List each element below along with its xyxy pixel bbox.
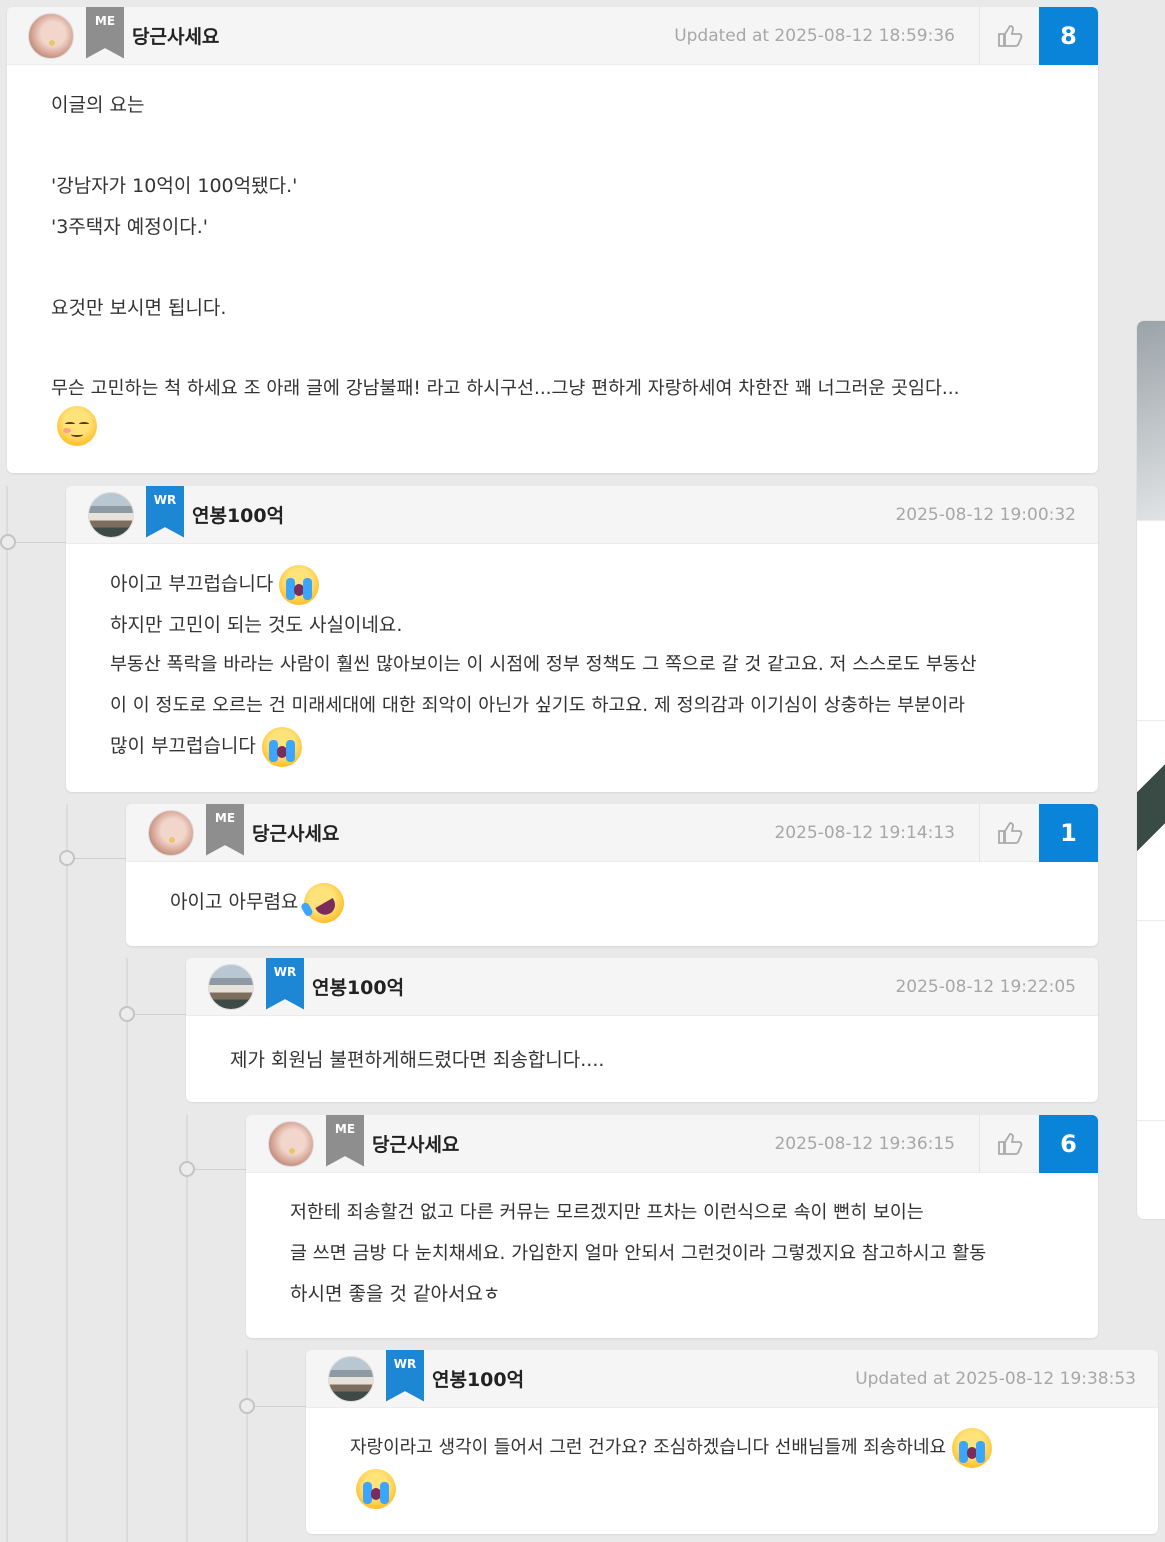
thread-line [246, 1350, 248, 1542]
thread-node [179, 1161, 195, 1177]
author-name[interactable]: 당근사세요 [372, 1130, 459, 1157]
side-thumbnail[interactable] [1137, 921, 1165, 1121]
timestamp: Updated at 2025-08-12 18:59:36 [674, 25, 955, 46]
thumbs-up-icon [997, 822, 1022, 844]
thread-node [59, 850, 75, 866]
timestamp: 2025-08-12 19:00:32 [895, 504, 1076, 525]
me-badge: ME [206, 804, 244, 856]
thread-line [6, 486, 8, 1542]
thread-node [239, 1398, 255, 1414]
wr-badge: WR [266, 958, 304, 1010]
comment: ME 당근사세요 Updated at 2025-08-12 18:59:36 … [7, 7, 1098, 473]
loudly-crying-face-emoji [279, 564, 320, 605]
comment-line: '강남자가 10억이 100억됐다.' [51, 175, 298, 197]
comment-line: 아이고 부끄럽습니다 [110, 564, 1056, 605]
comment-body: 아이고 부끄럽습니다 하지만 고민이 되는 것도 사실이네요. 부동산 폭락을 … [66, 544, 1098, 787]
avatar[interactable] [268, 1120, 314, 1167]
thread-connector [68, 858, 126, 859]
like-button[interactable] [979, 7, 1039, 65]
like-button[interactable] [979, 804, 1039, 862]
timestamp: Updated at 2025-08-12 19:38:53 [855, 1368, 1136, 1389]
thread-node [119, 1006, 135, 1022]
comment-line: 하지만 고민이 되는 것도 사실이네요. [110, 613, 403, 636]
avatar[interactable] [88, 491, 134, 538]
comment-line [51, 126, 1056, 167]
comment-body: 자랑이라고 생각이 들어서 그런 건가요? 조심하겠습니다 선배님들께 죄송하네… [306, 1408, 1158, 1529]
comment-line: '3주택자 예정이다.' [51, 215, 208, 238]
thread-line [186, 1115, 188, 1542]
like-count: 8 [1039, 7, 1098, 65]
comment-line: 글 쓰면 금방 다 눈치채세요. 가입한지 얼마 안되서 그런것이라 그렇겠지요… [290, 1242, 987, 1264]
comment-header: WR 연봉100억 2025-08-12 19:00:32 [66, 486, 1098, 544]
thread-connector [128, 1014, 186, 1015]
comment-line: 이글의 요는 [51, 94, 145, 116]
comment-body: 아이고 아무렴요 [126, 862, 1098, 943]
comment-body: 저한테 죄송할건 없고 다른 커뮤는 모르겠지만 프차는 이런식으로 속이 뻔히… [246, 1173, 1098, 1335]
loudly-crying-face-emoji [261, 726, 302, 767]
comment-body: 이글의 요는 '강남자가 10억이 100억됐다.' '3주택자 예정이다.' … [7, 65, 1098, 466]
comment: WR 연봉100억 2025-08-12 19:22:05 제가 회원님 불편하… [186, 958, 1098, 1102]
relieved-face-emoji [57, 405, 97, 446]
loudly-crying-face-emoji [951, 1428, 992, 1468]
like-button[interactable] [979, 1115, 1039, 1173]
avatar[interactable] [208, 963, 254, 1010]
thumbs-up-icon [997, 1133, 1022, 1155]
thread-node [0, 534, 16, 550]
comment-line: 하시면 좋을 것 같아서요ㅎ [290, 1283, 501, 1305]
thread-connector [8, 542, 66, 543]
author-name[interactable]: 당근사세요 [252, 819, 339, 846]
comment-body: 제가 회원님 불편하게해드렸다면 죄송합니다.... [186, 1016, 1098, 1101]
thread-connector [188, 1169, 246, 1170]
avatar[interactable] [328, 1355, 374, 1402]
timestamp: 2025-08-12 19:22:05 [895, 976, 1076, 997]
avatar[interactable] [28, 12, 74, 59]
comment-line: 제가 회원님 불편하게해드렸다면 죄송합니다.... [230, 1049, 605, 1071]
author-name[interactable]: 연봉100억 [432, 1365, 524, 1392]
comment: WR 연봉100억 Updated at 2025-08-12 19:38:53… [306, 1350, 1158, 1534]
comment-header: WR 연봉100억 2025-08-12 19:22:05 [186, 958, 1098, 1016]
wr-badge: WR [386, 1350, 424, 1402]
side-panel-card[interactable] [1136, 320, 1165, 1220]
comment-line: 저한테 죄송할건 없고 다른 커뮤는 모르겠지만 프차는 이런식으로 속이 뻔히… [290, 1202, 924, 1223]
me-badge: ME [326, 1115, 364, 1167]
timestamp: 2025-08-12 19:14:13 [774, 822, 955, 843]
comment-line: 이 이 정도로 오르는 건 미래세대에 대한 죄악이 아닌가 싶기도 하고요. … [110, 694, 965, 716]
comment: WR 연봉100억 2025-08-12 19:00:32 아이고 부끄럽습니다… [66, 486, 1098, 792]
comment-line: 요것만 보시면 됩니다. [51, 296, 227, 319]
comment-header: WR 연봉100억 Updated at 2025-08-12 19:38:53 [306, 1350, 1158, 1408]
comment-line: 부동산 폭락을 바라는 사람이 훨씬 많아보이는 이 시점에 정부 정책도 그 … [110, 654, 977, 675]
author-name[interactable]: 당근사세요 [132, 22, 219, 49]
side-thumbnail[interactable] [1137, 321, 1165, 521]
loudly-crying-face-emoji [356, 1469, 396, 1509]
side-thumbnail[interactable] [1137, 521, 1165, 721]
wr-badge: WR [146, 486, 184, 538]
comment-header: ME 당근사세요 2025-08-12 19:14:13 1 [126, 804, 1098, 862]
me-badge: ME [86, 7, 124, 59]
comment-line [51, 328, 1056, 369]
comment-header: ME 당근사세요 Updated at 2025-08-12 18:59:36 … [7, 7, 1098, 65]
thread-line [126, 958, 128, 1542]
comment: ME 당근사세요 2025-08-12 19:14:13 1 아이고 아무렴요 [126, 804, 1098, 946]
comment: ME 당근사세요 2025-08-12 19:36:15 6 저한테 죄송할건 … [246, 1115, 1098, 1338]
comment-line: 아이고 아무렴요 [170, 875, 1056, 930]
comment-header: ME 당근사세요 2025-08-12 19:36:15 6 [246, 1115, 1098, 1173]
thumbs-up-icon [997, 25, 1022, 47]
thread-connector [248, 1406, 306, 1407]
timestamp: 2025-08-12 19:36:15 [774, 1133, 955, 1154]
comment-line: 자랑이라고 생각이 들어서 그런 건가요? 조심하겠습니다 선배님들께 죄송하네… [350, 1428, 1138, 1469]
thread-line [66, 804, 68, 1542]
comment-line [51, 247, 1056, 288]
author-name[interactable]: 연봉100억 [312, 973, 404, 1000]
comment-line: 무슨 고민하는 척 하세요 조 아래 글에 강남불패! 라고 하시구선...그냥… [51, 377, 960, 399]
like-count: 6 [1039, 1115, 1098, 1173]
like-count: 1 [1039, 804, 1098, 862]
rolling-on-floor-laughing-emoji [297, 875, 352, 930]
author-name[interactable]: 연봉100억 [192, 501, 284, 528]
comment-line: 많이 부끄럽습니다 [110, 726, 1056, 767]
side-thumbnail[interactable] [1137, 721, 1165, 921]
avatar[interactable] [148, 809, 194, 856]
